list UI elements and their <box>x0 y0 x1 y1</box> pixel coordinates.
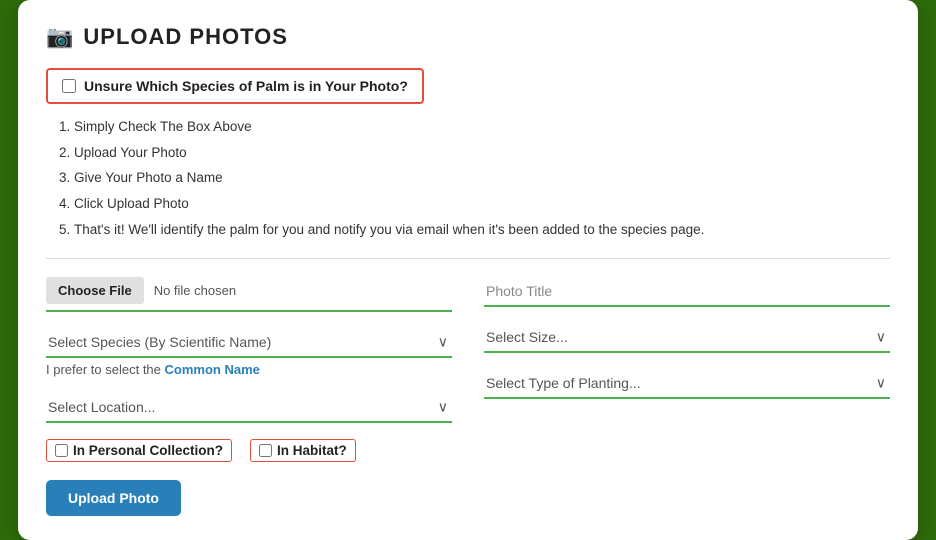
file-field: Choose File No file chosen <box>46 277 452 312</box>
unsure-checkbox[interactable] <box>62 79 76 93</box>
species-select[interactable]: Select Species (By Scientific Name) <box>46 328 452 356</box>
upload-form: Choose File No file chosen Select Specie… <box>46 277 890 516</box>
choose-file-button[interactable]: Choose File <box>46 277 144 304</box>
step-5: That's it! We'll identify the palm for y… <box>74 217 890 243</box>
camera-icon: 📷 <box>46 24 73 50</box>
in-habitat-text: In Habitat? <box>277 443 347 458</box>
size-select[interactable]: Select Size... <box>484 323 890 351</box>
upload-photos-card: 📷 UPLOAD PHOTOS Unsure Which Species of … <box>18 0 918 540</box>
no-file-text: No file chosen <box>154 283 236 298</box>
steps-list: Simply Check The Box Above Upload Your P… <box>46 114 890 242</box>
personal-collection-text: In Personal Collection? <box>73 443 223 458</box>
photo-title-field <box>484 277 890 307</box>
page-title: UPLOAD PHOTOS <box>83 24 288 50</box>
unsure-checkbox-label[interactable]: Unsure Which Species of Palm is in Your … <box>46 68 424 104</box>
step-1: Simply Check The Box Above <box>74 114 890 140</box>
checkboxes-row: In Personal Collection? In Habitat? <box>46 439 452 462</box>
unsure-label: Unsure Which Species of Palm is in Your … <box>84 78 408 94</box>
size-field: Select Size... ∨ <box>484 323 890 353</box>
personal-collection-checkbox[interactable] <box>55 444 68 457</box>
planting-type-field: Select Type of Planting... ∨ <box>484 369 890 399</box>
photo-title-input[interactable] <box>484 277 890 307</box>
step-2: Upload Your Photo <box>74 140 890 166</box>
location-select-wrapper: Select Location... ∨ <box>46 393 452 423</box>
size-select-wrapper: Select Size... ∨ <box>484 323 890 353</box>
step-4: Click Upload Photo <box>74 191 890 217</box>
step-3: Give Your Photo a Name <box>74 165 890 191</box>
common-name-prefix: I prefer to select the <box>46 362 161 377</box>
in-habitat-label[interactable]: In Habitat? <box>250 439 356 462</box>
page-header: 📷 UPLOAD PHOTOS <box>46 24 890 50</box>
common-name-link[interactable]: Common Name <box>165 362 260 377</box>
section-divider <box>46 258 890 259</box>
location-field: Select Location... ∨ <box>46 393 452 423</box>
species-select-wrapper: Select Species (By Scientific Name) ∨ <box>46 328 452 358</box>
in-habitat-checkbox[interactable] <box>259 444 272 457</box>
planting-select-wrapper: Select Type of Planting... ∨ <box>484 369 890 399</box>
personal-collection-label[interactable]: In Personal Collection? <box>46 439 232 462</box>
species-field: Select Species (By Scientific Name) ∨ I … <box>46 328 452 377</box>
location-select[interactable]: Select Location... <box>46 393 452 421</box>
planting-type-select[interactable]: Select Type of Planting... <box>484 369 890 397</box>
upload-photo-button[interactable]: Upload Photo <box>46 480 181 516</box>
common-name-row: I prefer to select the Common Name <box>46 362 452 377</box>
